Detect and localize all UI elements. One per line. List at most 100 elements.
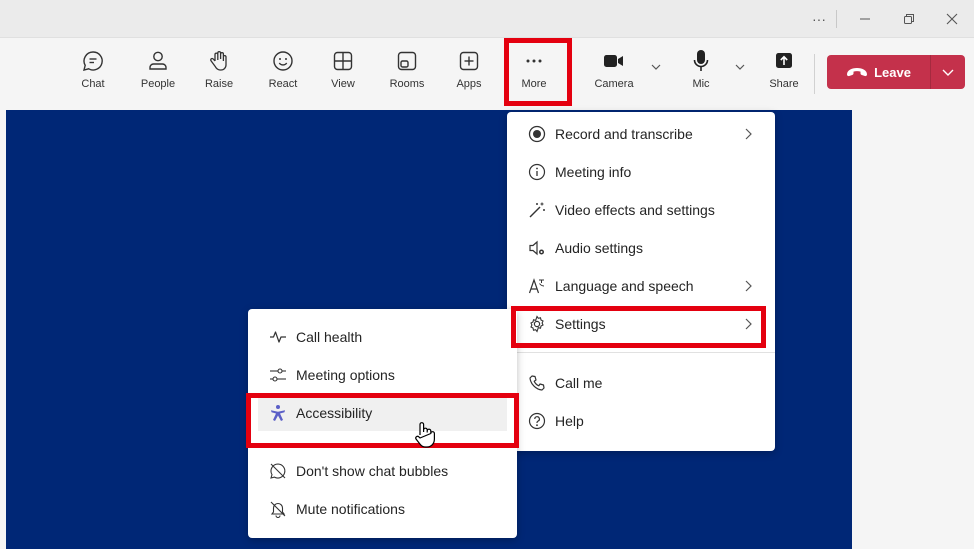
chat-off-icon [268, 461, 288, 481]
help-icon [527, 411, 547, 431]
apps-button[interactable]: Apps [454, 48, 484, 100]
leave-button-group: Leave [827, 55, 965, 89]
share-button[interactable]: Share [767, 48, 801, 100]
menu-item-call-me[interactable]: Call me [507, 365, 775, 401]
more-menu: Record and transcribe Meeting info Video… [507, 112, 775, 451]
rooms-label: Rooms [389, 78, 425, 90]
people-button[interactable]: People [136, 48, 180, 100]
camera-label: Camera [594, 78, 634, 90]
grid-view-icon [329, 48, 357, 74]
chat-icon [79, 48, 107, 74]
minimize-button[interactable] [843, 0, 887, 38]
bell-off-icon [268, 499, 288, 519]
rooms-button[interactable]: Rooms [386, 48, 428, 100]
people-label: People [140, 78, 176, 90]
chevron-right-icon [745, 128, 752, 140]
apps-label: Apps [456, 78, 482, 90]
title-more-button[interactable]: ··· [797, 0, 841, 38]
menu-item-label: Language and speech [555, 278, 694, 294]
submenu-item-mute-notifications[interactable]: Mute notifications [248, 491, 517, 527]
submenu-item-label: Accessibility [296, 405, 373, 421]
chevron-right-icon [745, 280, 752, 292]
restore-button[interactable] [887, 0, 931, 38]
camera-icon [600, 48, 628, 74]
react-label: React [268, 78, 298, 90]
close-icon [946, 13, 958, 25]
chevron-down-icon [735, 64, 745, 70]
hang-up-icon [847, 68, 868, 77]
phone-icon [527, 373, 547, 393]
ellipsis-icon: ··· [812, 11, 826, 27]
right-pane [852, 110, 974, 549]
raise-hand-button[interactable]: Raise [202, 48, 236, 100]
accessibility-icon [268, 403, 288, 423]
record-icon [527, 124, 547, 144]
submenu-item-label: Meeting options [296, 367, 395, 383]
mic-button[interactable]: Mic [686, 48, 716, 100]
react-button[interactable]: React [266, 48, 300, 100]
leave-button[interactable]: Leave [827, 55, 930, 89]
restore-icon [904, 14, 914, 24]
hand-cursor-icon [413, 421, 437, 449]
leave-label: Leave [874, 64, 911, 80]
chat-button[interactable]: Chat [76, 48, 110, 100]
menu-item-settings[interactable]: Settings [507, 306, 775, 342]
menu-item-help[interactable]: Help [507, 403, 775, 439]
submenu-item-label: Don't show chat bubbles [296, 463, 449, 479]
minimize-icon [860, 18, 870, 20]
menu-item-label: Settings [555, 316, 606, 332]
menu-item-video-effects[interactable]: Video effects and settings [507, 192, 775, 228]
chevron-right-icon [745, 318, 752, 330]
sliders-icon [268, 365, 288, 385]
submenu-item-call-health[interactable]: Call health [248, 319, 517, 355]
menu-item-label: Meeting info [555, 164, 632, 180]
menu-item-label: Audio settings [555, 240, 643, 256]
submenu-item-accessibility[interactable]: Accessibility [258, 395, 507, 431]
rooms-icon [393, 48, 421, 74]
raise-hand-icon [205, 48, 233, 74]
more-label: More [521, 78, 547, 90]
close-button[interactable] [930, 0, 974, 38]
more-dots-icon [520, 48, 548, 74]
magic-wand-icon [527, 200, 547, 220]
leave-options-button[interactable] [931, 55, 965, 89]
menu-item-meeting-info[interactable]: Meeting info [507, 154, 775, 190]
microphone-icon [687, 48, 715, 74]
smiley-icon [269, 48, 297, 74]
people-icon [144, 48, 172, 74]
raise-label: Raise [204, 78, 234, 90]
submenu-separator [248, 445, 517, 446]
menu-item-audio-settings[interactable]: Audio settings [507, 230, 775, 266]
title-bar: ··· [0, 0, 974, 38]
more-button[interactable]: More [514, 48, 554, 100]
toolbar-divider [814, 54, 815, 94]
add-app-icon [455, 48, 483, 74]
menu-item-label: Record and transcribe [555, 126, 693, 142]
menu-item-label: Video effects and settings [555, 202, 715, 218]
chevron-down-icon [942, 69, 954, 76]
menu-item-language-speech[interactable]: Language and speech [507, 268, 775, 304]
pulse-icon [268, 327, 288, 347]
chevron-down-icon [651, 64, 661, 70]
view-button[interactable]: View [328, 48, 358, 100]
gear-icon [527, 314, 547, 334]
share-label: Share [769, 78, 799, 90]
speaker-gear-icon [527, 238, 547, 258]
submenu-item-chat-bubbles[interactable]: Don't show chat bubbles [248, 453, 517, 489]
menu-item-label: Call me [555, 375, 603, 391]
info-icon [527, 162, 547, 182]
camera-options-button[interactable] [649, 60, 663, 74]
chat-label: Chat [81, 78, 105, 90]
share-screen-icon [770, 48, 798, 74]
view-label: View [331, 78, 355, 90]
submenu-item-label: Mute notifications [296, 501, 405, 517]
camera-button[interactable]: Camera [592, 48, 636, 100]
submenu-item-label: Call health [296, 329, 363, 345]
title-separator [836, 10, 837, 28]
mic-options-button[interactable] [733, 60, 747, 74]
settings-submenu: Call health Meeting options Accessibilit… [248, 309, 517, 538]
menu-separator [507, 352, 775, 353]
meeting-toolbar: Chat People Raise React View Rooms Apps … [0, 38, 974, 110]
submenu-item-meeting-options[interactable]: Meeting options [248, 357, 517, 393]
menu-item-record-transcribe[interactable]: Record and transcribe [507, 116, 775, 152]
